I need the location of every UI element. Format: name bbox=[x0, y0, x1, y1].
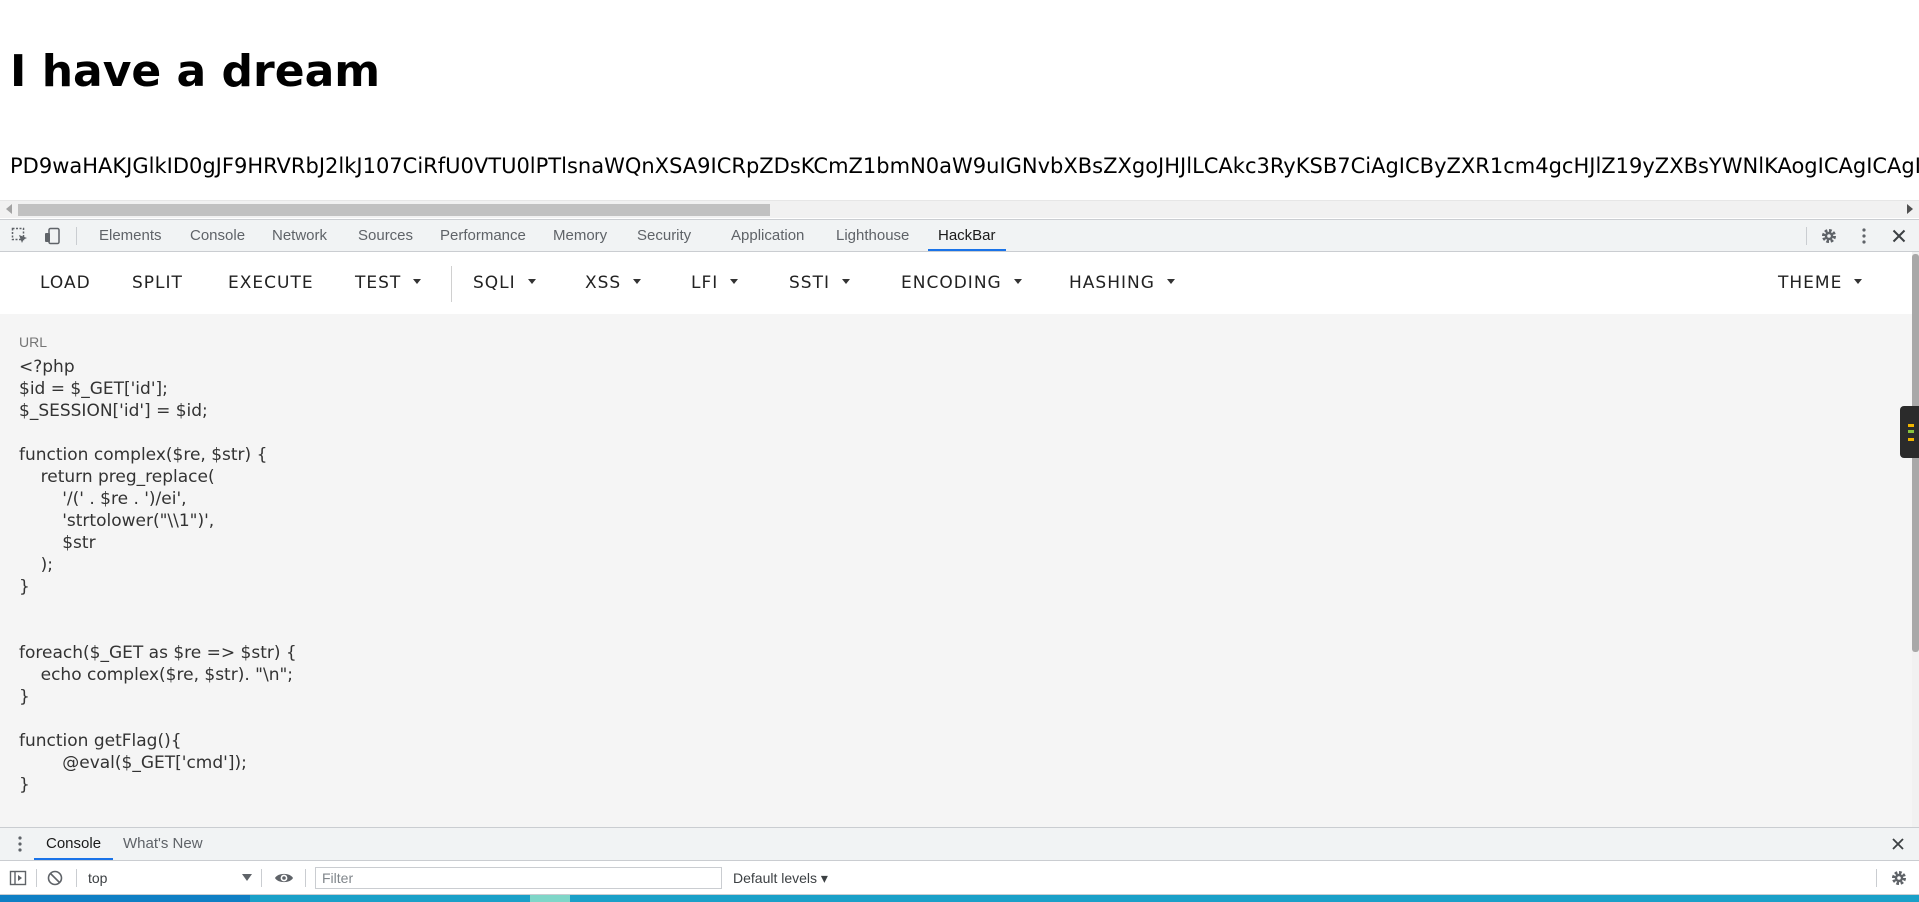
scroll-left-arrow-icon[interactable] bbox=[6, 204, 12, 214]
scroll-right-arrow-icon[interactable] bbox=[1907, 204, 1913, 214]
chevron-down-icon bbox=[1166, 278, 1175, 284]
tab-sources[interactable]: Sources bbox=[358, 220, 413, 251]
encoding-menu-button[interactable]: ENCODING bbox=[901, 268, 1022, 298]
chevron-down-icon bbox=[1854, 278, 1863, 284]
hashing-menu-button[interactable]: HASHING bbox=[1069, 268, 1175, 298]
xss-menu-button[interactable]: XSS bbox=[585, 268, 642, 298]
sqli-menu-button[interactable]: SQLI bbox=[473, 268, 536, 298]
close-devtools-icon[interactable] bbox=[1890, 227, 1908, 245]
ssti-menu-button[interactable]: SSTI bbox=[789, 268, 850, 298]
context-selector[interactable]: top bbox=[88, 869, 252, 887]
drawer-tab-bar: Console What's New bbox=[0, 827, 1919, 861]
execute-button[interactable]: EXECUTE bbox=[228, 268, 314, 298]
inspect-element-icon[interactable] bbox=[11, 227, 29, 245]
close-drawer-icon[interactable] bbox=[1890, 836, 1906, 852]
tab-lighthouse[interactable]: Lighthouse bbox=[836, 220, 909, 251]
taskbar-strip bbox=[0, 895, 1919, 902]
console-settings-gear-icon[interactable] bbox=[1890, 869, 1908, 887]
tab-elements[interactable]: Elements bbox=[99, 220, 162, 251]
devtools-tab-bar: Elements Console Network Sources Perform… bbox=[0, 219, 1919, 252]
chevron-down-icon bbox=[413, 278, 422, 284]
drawer-menu-icon[interactable] bbox=[11, 835, 29, 853]
console-toolbar: top Default levels ▾ bbox=[0, 861, 1919, 895]
tab-console[interactable]: Console bbox=[190, 220, 245, 251]
chevron-down-icon bbox=[841, 278, 850, 284]
tab-network[interactable]: Network bbox=[272, 220, 327, 251]
device-toolbar-icon[interactable] bbox=[44, 227, 62, 245]
theme-menu-button[interactable]: THEME bbox=[1778, 268, 1863, 298]
drawer-tab-whats-new[interactable]: What's New bbox=[123, 828, 203, 860]
side-panel-handle-icon[interactable] bbox=[1900, 406, 1919, 458]
encoded-text: PD9waHAKJGlkID0gJF9HRVRbJ2lkJ107CiRfU0VT… bbox=[10, 154, 1919, 178]
dropdown-arrow-icon bbox=[242, 874, 252, 881]
split-button[interactable]: SPLIT bbox=[132, 268, 183, 298]
lfi-menu-button[interactable]: LFI bbox=[691, 268, 739, 298]
settings-gear-icon[interactable] bbox=[1820, 227, 1838, 245]
live-expression-eye-icon[interactable] bbox=[274, 869, 294, 887]
scrollbar-thumb[interactable] bbox=[18, 204, 770, 216]
test-menu-button[interactable]: TEST bbox=[355, 268, 422, 298]
url-textarea[interactable]: <?php $id = $_GET['id']; $_SESSION['id']… bbox=[19, 356, 297, 796]
page-heading: I have a dream bbox=[10, 46, 381, 97]
drawer-tab-console[interactable]: Console bbox=[33, 828, 114, 860]
vertical-scrollbar[interactable] bbox=[1912, 252, 1919, 827]
chevron-down-icon bbox=[633, 278, 642, 284]
tab-hackbar[interactable]: HackBar bbox=[928, 220, 1005, 251]
chevron-down-icon bbox=[730, 278, 739, 284]
chevron-down-icon bbox=[1013, 278, 1022, 284]
hackbar-toolbar: LOAD SPLIT EXECUTE TEST SQLI XSS LFI SST… bbox=[0, 252, 1912, 314]
show-sidebar-icon[interactable] bbox=[9, 869, 27, 887]
chevron-down-icon bbox=[527, 278, 536, 284]
load-button[interactable]: LOAD bbox=[40, 268, 91, 298]
tab-security[interactable]: Security bbox=[637, 220, 691, 251]
console-filter-input[interactable] bbox=[315, 867, 722, 889]
log-levels-dropdown[interactable]: Default levels ▾ bbox=[733, 869, 828, 887]
horizontal-scrollbar[interactable] bbox=[0, 200, 1919, 218]
url-label: URL bbox=[19, 334, 48, 350]
tab-application[interactable]: Application bbox=[731, 220, 804, 251]
tab-memory[interactable]: Memory bbox=[553, 220, 607, 251]
hackbar-body: URL <?php $id = $_GET['id']; $_SESSION['… bbox=[0, 314, 1912, 827]
more-options-icon[interactable] bbox=[1855, 227, 1873, 245]
tab-performance[interactable]: Performance bbox=[440, 220, 526, 251]
clear-console-icon[interactable] bbox=[46, 869, 64, 887]
web-page: I have a dream PD9waHAKJGlkID0gJF9HRVRbJ… bbox=[0, 0, 1919, 218]
